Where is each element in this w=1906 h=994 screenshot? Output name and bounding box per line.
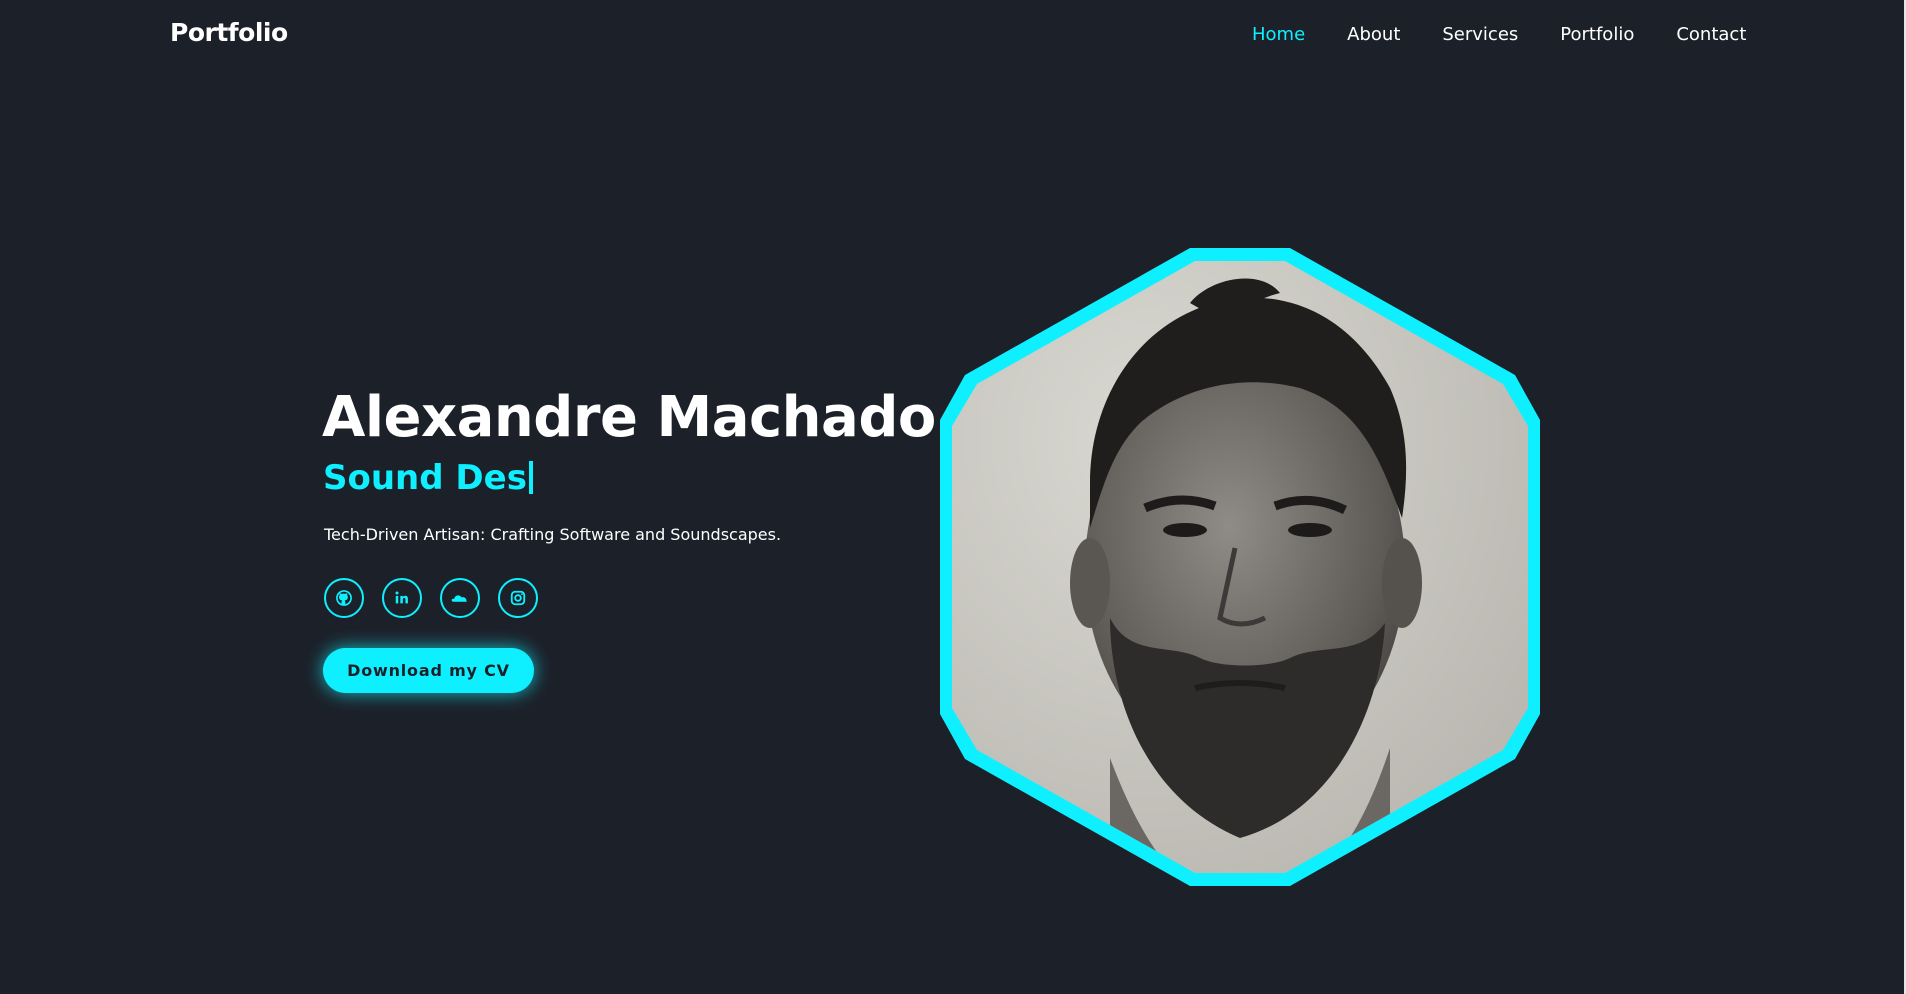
hero-role-typewriter: Sound Des [323,458,533,498]
profile-photo [940,248,1540,886]
hero-role-text: Sound Des [323,458,527,498]
soundcloud-link[interactable] [440,578,480,618]
linkedin-link[interactable] [382,578,422,618]
download-cv-button[interactable]: Download my CV [323,648,534,693]
nav-link-home[interactable]: Home [1252,24,1305,45]
hero-tagline: Tech-Driven Artisan: Crafting Software a… [324,525,782,544]
social-links [324,578,556,618]
hero-name: Alexandre Machado [322,385,936,450]
github-icon [334,588,354,608]
linkedin-icon [392,588,412,608]
instagram-icon [508,588,528,608]
typing-cursor [528,461,533,494]
instagram-link[interactable] [498,578,538,618]
site-logo[interactable]: Portfolio [170,18,288,47]
nav-link-about[interactable]: About [1347,24,1400,45]
nav-link-contact[interactable]: Contact [1676,24,1746,45]
main-nav: Home About Services Portfolio Contact [1252,24,1788,45]
page: Portfolio Home About Services Portfolio … [0,0,1906,994]
nav-link-services[interactable]: Services [1442,24,1518,45]
nav-link-portfolio[interactable]: Portfolio [1560,24,1634,45]
profile-photo-frame [940,238,1540,904]
soundcloud-icon [450,588,470,608]
github-link[interactable] [324,578,364,618]
